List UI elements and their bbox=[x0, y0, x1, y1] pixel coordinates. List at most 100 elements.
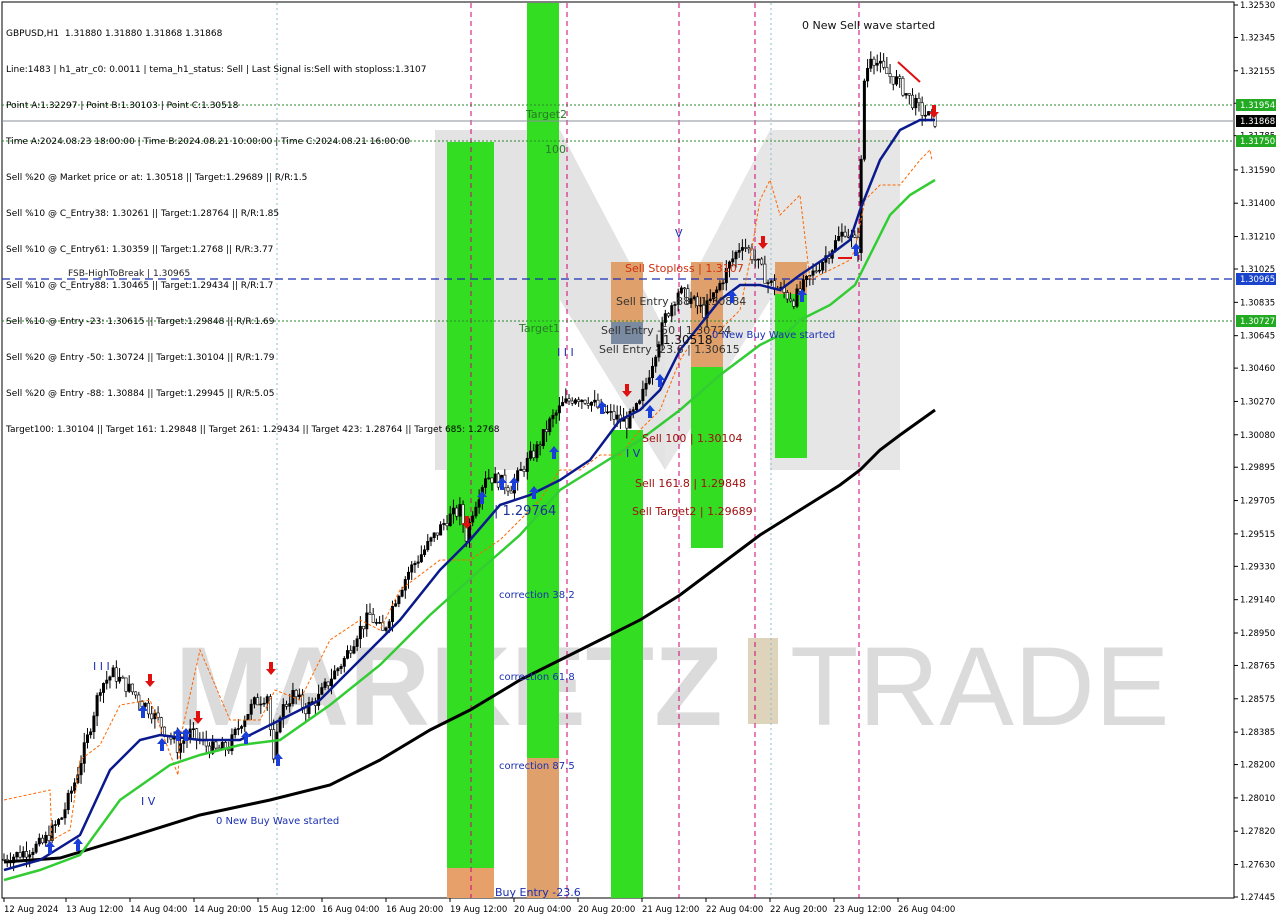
time-axis[interactable]: 12 Aug 2024 13 Aug 12:00 14 Aug 04:00 14 Au… bbox=[3, 898, 955, 915]
candle-body bbox=[891, 76, 895, 85]
candle-body bbox=[455, 507, 459, 517]
candle-body bbox=[667, 313, 671, 317]
candle-body bbox=[911, 94, 915, 109]
candle-body bbox=[60, 817, 64, 820]
candle-body bbox=[288, 703, 292, 707]
candle-body bbox=[371, 614, 375, 623]
candle-body bbox=[862, 80, 866, 160]
candle-body bbox=[763, 263, 767, 284]
candle-body bbox=[638, 400, 642, 404]
candle-body bbox=[801, 279, 805, 292]
target1-label: Target1 bbox=[518, 322, 560, 335]
candle-body bbox=[551, 414, 555, 420]
candle-body bbox=[349, 650, 353, 654]
x-tick-label: 15 Aug 12:00 bbox=[258, 905, 315, 915]
target2-label: Target2 bbox=[525, 108, 567, 121]
candle-body bbox=[130, 683, 134, 693]
candle-body bbox=[37, 837, 41, 845]
roman-4-label-a: I V bbox=[141, 795, 156, 808]
price-tag-4: 1.30965 bbox=[1240, 275, 1275, 285]
y-tick-label: 1.27445 bbox=[1240, 893, 1275, 903]
y-tick-label: 1.29330 bbox=[1240, 562, 1275, 572]
candle-body bbox=[339, 666, 343, 669]
candle-body bbox=[352, 646, 356, 654]
candle-body bbox=[644, 383, 648, 390]
candle-body bbox=[28, 854, 32, 858]
correction-61-label: correction 61.8 bbox=[499, 672, 575, 683]
info-line: Sell %10 @ Entry -23: 1.30615 || Target:… bbox=[6, 317, 275, 327]
candle-body bbox=[320, 687, 324, 695]
candle-body bbox=[384, 627, 388, 631]
sell-100-label: Sell 100 | 1.30104 bbox=[642, 432, 743, 445]
x-tick-label: 26 Aug 04:00 bbox=[898, 905, 955, 915]
candle-body bbox=[493, 473, 497, 484]
correction-38-label: correction 38.2 bbox=[499, 590, 575, 601]
candle-body bbox=[262, 702, 266, 705]
candle-body bbox=[477, 499, 481, 508]
candle-body bbox=[333, 670, 337, 680]
y-tick-label: 1.27630 bbox=[1240, 861, 1275, 871]
x-tick-label: 22 Aug 04:00 bbox=[706, 905, 763, 915]
candle-body bbox=[355, 638, 359, 647]
y-tick-label: 1.30460 bbox=[1240, 364, 1275, 374]
candle-body bbox=[326, 681, 330, 687]
candle-body bbox=[85, 734, 89, 743]
candle-body bbox=[609, 411, 613, 413]
buy-entry-label: Buy Entry -23.6 bbox=[495, 886, 581, 899]
info-line: Point A:1.32297 | Point B:1.30103 | Poin… bbox=[6, 101, 239, 111]
candle-body bbox=[342, 658, 346, 667]
candle-body bbox=[2, 858, 6, 861]
watermark-right-text: TRADE bbox=[790, 624, 1170, 749]
candle-body bbox=[570, 400, 574, 404]
roman-3-label-a: I I I bbox=[93, 660, 110, 673]
candle-body bbox=[837, 235, 841, 241]
y-tick-label: 1.29515 bbox=[1240, 530, 1275, 540]
candle-body bbox=[663, 313, 667, 323]
candle-body bbox=[545, 429, 549, 432]
candle-body bbox=[474, 506, 478, 517]
candle-body bbox=[795, 288, 799, 307]
candle-body bbox=[766, 282, 770, 284]
candle-body bbox=[907, 93, 911, 96]
price-tag-5: 1.30727 bbox=[1240, 317, 1275, 327]
candle-body bbox=[564, 398, 568, 403]
candle-body bbox=[875, 62, 879, 66]
candle-body bbox=[111, 667, 115, 678]
candle-body bbox=[18, 852, 22, 858]
info-line: Line:1483 | h1_atr_c0: 0.0011 | tema_h1_… bbox=[6, 65, 427, 75]
x-tick-label: 16 Aug 04:00 bbox=[322, 905, 379, 915]
y-tick-label: 1.31590 bbox=[1240, 166, 1275, 176]
candle-body bbox=[79, 763, 83, 776]
candle-body bbox=[336, 668, 340, 672]
candle-body bbox=[89, 731, 93, 736]
candle-body bbox=[69, 790, 73, 794]
candle-body bbox=[15, 852, 19, 858]
x-tick-label: 14 Aug 20:00 bbox=[194, 905, 251, 915]
candle-body bbox=[47, 834, 51, 841]
candle-body bbox=[516, 470, 520, 482]
candle-body bbox=[281, 704, 285, 719]
candle-body bbox=[840, 231, 844, 237]
candle-body bbox=[612, 411, 616, 420]
level-100-label: 100 bbox=[545, 143, 566, 156]
x-tick-label: 12 Aug 2024 bbox=[4, 905, 58, 915]
orange-zone-1 bbox=[447, 868, 494, 898]
candle-body bbox=[554, 412, 558, 416]
candle-body bbox=[577, 399, 581, 403]
y-tick-label: 1.32345 bbox=[1240, 33, 1275, 43]
candle-body bbox=[631, 409, 635, 412]
candle-body bbox=[378, 622, 382, 624]
candle-body bbox=[163, 726, 167, 736]
candle-body bbox=[24, 851, 28, 858]
new-buy-wave-label-2: 0 New Buy Wave started bbox=[712, 330, 835, 341]
candle-body bbox=[715, 289, 719, 293]
y-tick-label: 1.28765 bbox=[1240, 661, 1275, 671]
candle-body bbox=[557, 405, 561, 414]
candle-body bbox=[233, 728, 237, 736]
candle-body bbox=[647, 377, 651, 384]
candle-body bbox=[329, 678, 333, 687]
x-tick-label: 20 Aug 04:00 bbox=[514, 905, 571, 915]
candle-body bbox=[108, 676, 112, 681]
candle-body bbox=[525, 458, 529, 472]
candle-body bbox=[435, 532, 439, 536]
